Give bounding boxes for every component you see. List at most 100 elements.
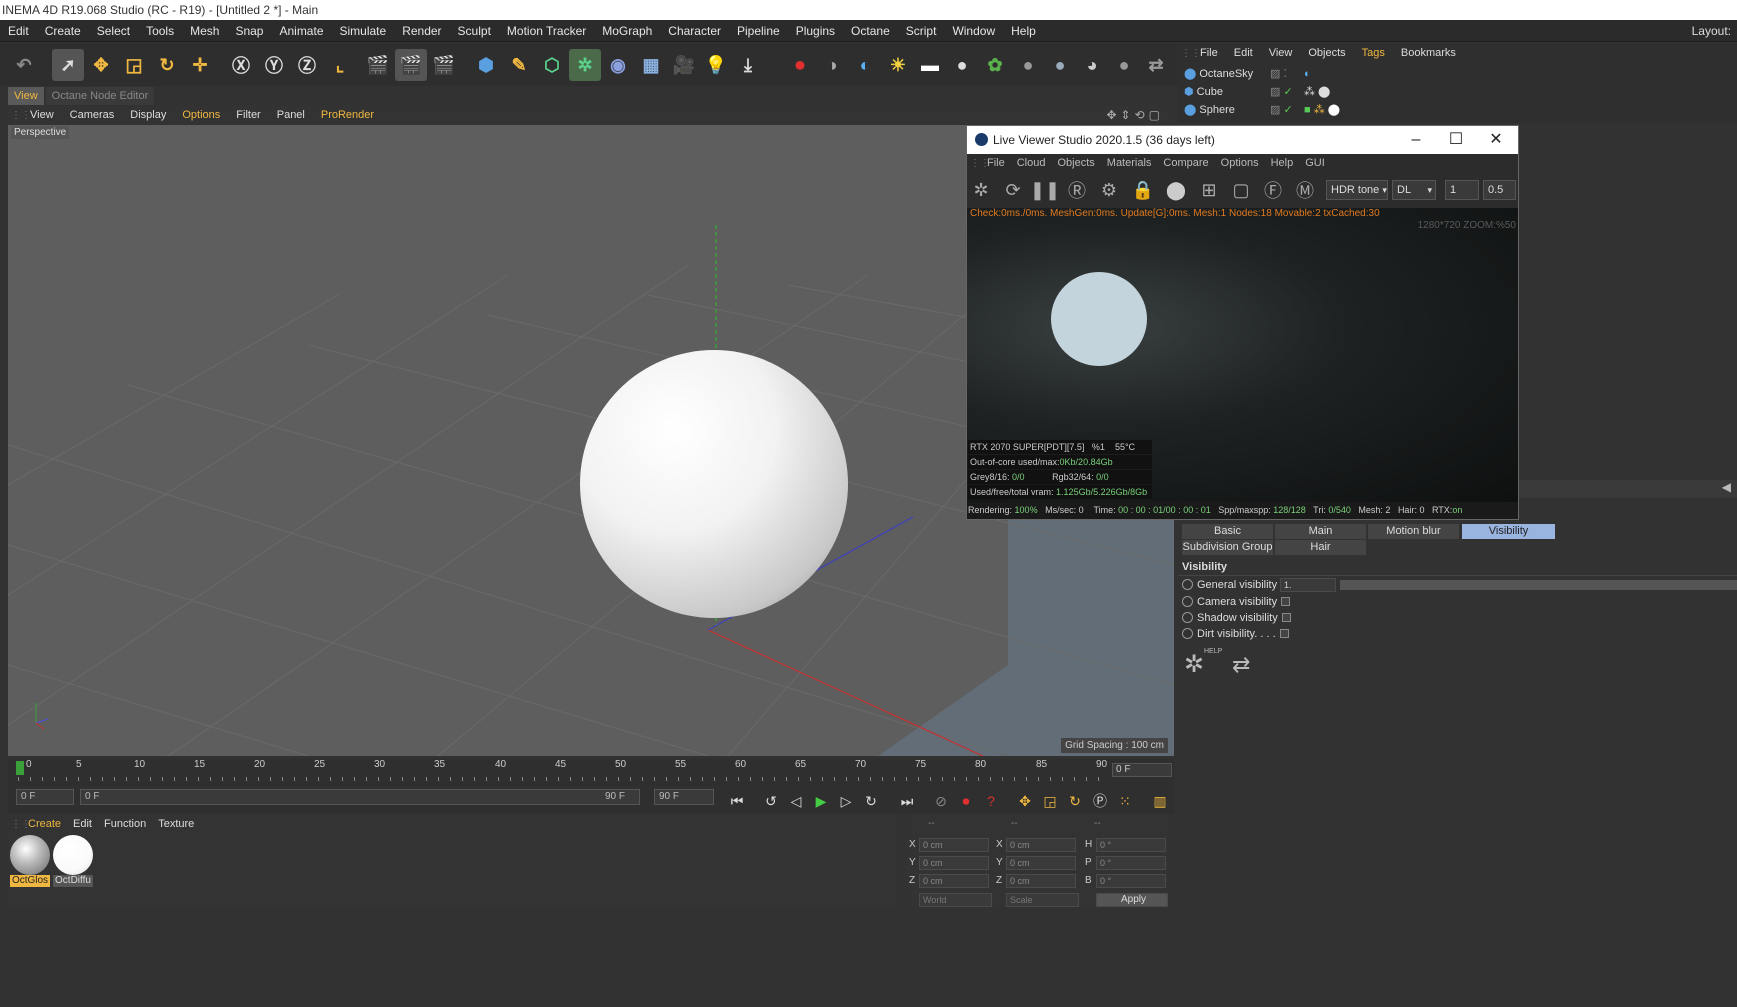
octane-area-light-icon[interactable]: ▬ xyxy=(914,49,946,81)
value-stepper-2[interactable]: 0.5 xyxy=(1483,180,1516,200)
menu-plugins[interactable]: Plugins xyxy=(788,20,843,42)
rotation-b-field[interactable]: 0 ° xyxy=(1096,874,1166,888)
viewport-menu-options[interactable]: Options xyxy=(174,106,228,124)
coordinate-system-icon[interactable]: ⌞ xyxy=(324,49,356,81)
tab-basic[interactable]: Basic xyxy=(1182,524,1273,539)
scale-dropdown[interactable]: Scale xyxy=(1006,893,1079,907)
material-menu-create[interactable]: Create xyxy=(22,815,67,833)
menu-sculpt[interactable]: Sculpt xyxy=(450,20,499,42)
menu-tools[interactable]: Tools xyxy=(138,20,182,42)
lv-menu-help[interactable]: Help xyxy=(1265,154,1300,172)
menu-help[interactable]: Help xyxy=(1003,20,1044,42)
menu-select[interactable]: Select xyxy=(89,20,138,42)
start-frame-field[interactable]: 0 F xyxy=(16,789,74,805)
octane-node-editor-icon[interactable]: ⇄ xyxy=(1140,49,1172,81)
keyframe-selection-icon[interactable]: ? xyxy=(980,790,1002,812)
menu-simulate[interactable]: Simulate xyxy=(332,20,395,42)
current-frame-field[interactable]: 0 F xyxy=(1112,763,1172,777)
lv-menu-materials[interactable]: Materials xyxy=(1101,154,1158,172)
tab-view[interactable]: View xyxy=(8,87,44,105)
previous-key-icon[interactable]: ↺ xyxy=(760,790,782,812)
lv-menu-file[interactable]: File xyxy=(981,154,1011,172)
tonemap-dropdown[interactable]: HDR tone ▾ xyxy=(1326,180,1388,200)
add-icon[interactable]: ⊞ xyxy=(1197,178,1221,202)
octane-sphere-icon[interactable]: ● xyxy=(1012,49,1044,81)
rotate-icon[interactable]: ↻ xyxy=(151,49,183,81)
viewport-menu-panel[interactable]: Panel xyxy=(269,106,313,124)
objmgr-menu-tags[interactable]: Tags xyxy=(1354,43,1393,63)
animation-radio-icon[interactable] xyxy=(1182,612,1193,623)
general-visibility-field[interactable]: 1. xyxy=(1280,578,1336,592)
maximize-icon[interactable]: ☐ xyxy=(1436,126,1476,154)
lv-menu-objects[interactable]: Objects xyxy=(1051,154,1100,172)
scale-icon[interactable]: ◲ xyxy=(118,49,150,81)
key-position-icon[interactable]: ✥ xyxy=(1014,790,1036,812)
octane-sky-tag-icon[interactable]: ◐ xyxy=(1304,65,1311,83)
collapse-arrow-icon[interactable]: ◀ xyxy=(1519,480,1737,498)
apply-button[interactable]: Apply xyxy=(1096,893,1168,907)
material-swatch-octdiffuse[interactable]: OctDiffu xyxy=(53,835,93,887)
viewport-menu-cameras[interactable]: Cameras xyxy=(62,106,123,124)
menu-window[interactable]: Window xyxy=(944,20,1003,42)
viewport-menu-view[interactable]: View xyxy=(22,106,62,124)
render-settings-icon[interactable]: 🎬 xyxy=(428,49,460,81)
light-icon[interactable]: 💡 xyxy=(700,49,732,81)
play-icon[interactable]: ▶ xyxy=(810,790,832,812)
animation-radio-icon[interactable] xyxy=(1182,596,1193,607)
y-axis-lock-icon[interactable]: Ⓨ xyxy=(258,49,290,81)
live-viewer-render[interactable]: Check:0ms./0ms. MeshGen:0ms. Update[G]:0… xyxy=(967,208,1518,504)
objmgr-menu-edit[interactable]: Edit xyxy=(1226,43,1261,63)
viewport-menu-display[interactable]: Display xyxy=(122,106,174,124)
objmgr-menu-objects[interactable]: Objects xyxy=(1300,43,1353,63)
end-frame-field[interactable]: 90 F xyxy=(654,789,714,805)
next-key-icon[interactable]: ↻ xyxy=(860,790,882,812)
octane-daylight-icon[interactable]: ☀ xyxy=(882,49,914,81)
rotation-p-field[interactable]: 0 ° xyxy=(1096,856,1166,870)
octane-send-scene-icon[interactable]: ✲ xyxy=(969,178,993,202)
move-icon[interactable]: ✥ xyxy=(85,49,117,81)
dirt-visibility-checkbox[interactable] xyxy=(1279,629,1289,638)
position-y-field[interactable]: 0 cm xyxy=(919,856,989,870)
menu-mesh[interactable]: Mesh xyxy=(182,20,227,42)
menu-create[interactable]: Create xyxy=(37,20,89,42)
value-stepper-1[interactable]: 1 xyxy=(1445,180,1479,200)
object-row-octanesky[interactable]: ⬤ OctaneSky ▨ ⁚ ◐ xyxy=(1184,65,1514,83)
camera-icon[interactable]: 🎥 xyxy=(668,49,700,81)
key-scale-icon[interactable]: ◲ xyxy=(1039,790,1061,812)
material-menu-edit[interactable]: Edit xyxy=(67,815,98,833)
next-frame-icon[interactable]: ▷ xyxy=(835,790,857,812)
tab-subdivision-group[interactable]: Subdivision Group xyxy=(1182,540,1273,555)
frame-range-slider[interactable]: 0 F 90 F xyxy=(80,789,640,805)
undo-icon[interactable]: ↶ xyxy=(8,49,40,81)
menu-octane[interactable]: Octane xyxy=(843,20,898,42)
live-viewer-titlebar[interactable]: Live Viewer Studio 2020.1.5 (36 days lef… xyxy=(967,126,1518,154)
octane-camera-tag-icon[interactable]: ◕ xyxy=(1076,49,1108,81)
objmgr-menu-bookmarks[interactable]: Bookmarks xyxy=(1393,43,1464,63)
select-cursor-icon[interactable]: ➚ xyxy=(52,49,84,81)
material-preview-icon[interactable]: ⬤ xyxy=(1164,178,1188,202)
restart-render-icon[interactable]: ⟳ xyxy=(1001,178,1025,202)
previous-frame-icon[interactable]: ◁ xyxy=(785,790,807,812)
record-keys-icon[interactable]: ⊘ xyxy=(930,790,952,812)
render-view-icon[interactable]: 🎬 xyxy=(362,49,394,81)
render-settings-icon[interactable]: ⚙ xyxy=(1097,178,1121,202)
key-rotation-icon[interactable]: ↻ xyxy=(1064,790,1086,812)
camera-visibility-checkbox[interactable] xyxy=(1281,597,1291,606)
material-menu-function[interactable]: Function xyxy=(98,815,152,833)
octane-live-viewer-icon[interactable]: ⏺ xyxy=(784,49,816,81)
go-to-end-icon[interactable]: ⏭ xyxy=(896,790,918,812)
visibility-toggle-icon[interactable]: ▨ ✓ xyxy=(1270,101,1293,119)
lv-menu-compare[interactable]: Compare xyxy=(1157,154,1214,172)
tab-main[interactable]: Main xyxy=(1275,524,1366,539)
menu-render[interactable]: Render xyxy=(394,20,449,42)
lv-menu-options[interactable]: Options xyxy=(1215,154,1265,172)
animation-radio-icon[interactable] xyxy=(1182,628,1193,639)
octane-material-icon[interactable]: ● xyxy=(946,49,978,81)
scene-download-icon[interactable]: ⤓ xyxy=(732,49,764,81)
pen-spline-icon[interactable]: ✎ xyxy=(503,49,535,81)
menu-mograph[interactable]: MoGraph xyxy=(594,20,660,42)
tab-octane-node-editor[interactable]: Octane Node Editor xyxy=(45,87,155,105)
tab-motion-blur[interactable]: Motion blur xyxy=(1368,524,1459,539)
focus-pick-icon[interactable]: Ⓕ xyxy=(1261,178,1285,202)
mograph-cloner-icon[interactable]: ✲ xyxy=(569,49,601,81)
